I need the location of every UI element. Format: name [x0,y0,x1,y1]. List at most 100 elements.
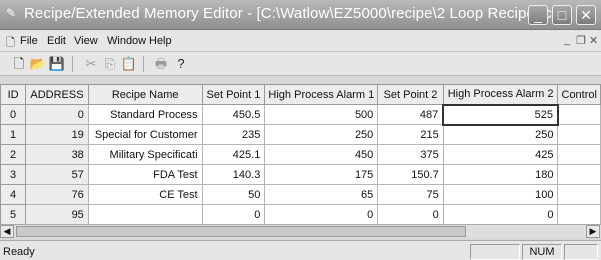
control-cell[interactable] [557,184,601,205]
toolbar-separator [72,56,73,72]
set-point-2-cell[interactable]: 150.7 [377,164,444,185]
set-point-2-cell[interactable]: 375 [377,144,444,165]
table-row: 5 95 0 0 0 0 [0,204,601,225]
column-header-set-point-1[interactable]: Set Point 1 [201,84,266,105]
column-header-set-point-2[interactable]: Set Point 2 [377,84,444,105]
menu-edit[interactable]: Edit [47,35,66,47]
row-id[interactable]: 3 [0,164,27,185]
control-cell[interactable] [557,124,601,145]
set-point-1-cell[interactable]: 50 [201,184,266,205]
high-process-alarm-1-cell[interactable]: 500 [264,104,379,125]
cut-icon[interactable]: ✂ [82,55,100,73]
set-point-2-cell[interactable]: 75 [377,184,444,205]
status-panel [470,244,520,260]
recipe-name-cell[interactable]: CE Test [87,184,203,205]
control-cell[interactable] [557,104,601,125]
high-process-alarm-1-cell[interactable]: 65 [264,184,379,205]
high-process-alarm-1-cell[interactable]: 450 [264,144,379,165]
title-bar[interactable]: ✎ Recipe/Extended Memory Editor - [C:\Wa… [0,0,601,30]
row-id[interactable]: 5 [0,204,27,225]
scroll-right-icon[interactable]: ▶ [586,225,600,238]
recipe-name-cell[interactable]: Military Specificati [87,144,203,165]
column-header-recipe-name[interactable]: Recipe Name [87,84,203,105]
child-window-icon[interactable]: 🗋 [6,34,15,53]
control-cell[interactable] [557,204,601,225]
address-cell: 0 [25,104,89,125]
scroll-left-icon[interactable]: ◀ [0,225,14,238]
table-row: 3 57 FDA Test 140.3 175 150.7 180 [0,164,601,185]
column-header-id[interactable]: ID [0,84,27,105]
control-cell[interactable] [557,144,601,165]
mdi-restore-button[interactable]: ❐ [576,34,586,47]
address-cell: 76 [25,184,89,205]
menu-file[interactable]: File [20,35,38,47]
recipe-name-cell[interactable] [87,204,203,225]
window-title: Recipe/Extended Memory Editor - [C:\Watl… [24,5,565,22]
address-cell: 19 [25,124,89,145]
column-header-address[interactable]: ADDRESS [25,84,89,105]
editor-window: ✎ Recipe/Extended Memory Editor - [C:\Wa… [0,0,601,260]
open-icon[interactable]: 📂 [29,55,47,73]
set-point-1-cell[interactable]: 235 [201,124,266,145]
menu-window[interactable]: Window [107,35,146,47]
help-icon[interactable]: ? [172,55,190,73]
set-point-2-cell[interactable]: 487 [377,104,444,125]
print-icon[interactable]: 🖶 [152,55,170,73]
set-point-1-cell[interactable]: 0 [201,204,266,225]
document-icon[interactable]: ✎ [6,6,20,20]
recipe-table: ID ADDRESS Recipe Name Set Point 1 High … [0,84,601,225]
set-point-1-cell[interactable]: 425.1 [201,144,266,165]
scrollbar-thumb[interactable] [16,226,466,237]
recipe-name-cell[interactable]: Standard Process [87,104,203,125]
high-process-alarm-1-cell[interactable]: 175 [264,164,379,185]
new-icon[interactable]: 🗋 [10,55,28,73]
column-header-high-process-alarm-2[interactable]: High Process Alarm 2 [442,84,559,105]
num-lock-indicator: NUM [522,244,562,260]
table-row: 0 0 Standard Process 450.5 500 487 525 [0,103,601,126]
recipe-name-cell[interactable]: Special for Customer [87,124,203,145]
high-process-alarm-2-cell[interactable]: 425 [442,144,559,165]
high-process-alarm-2-cell-active[interactable]: 525 [442,103,559,126]
set-point-2-cell[interactable]: 0 [377,204,444,225]
horizontal-scrollbar[interactable]: ◀ ▶ [0,224,601,238]
set-point-2-cell[interactable]: 215 [377,124,444,145]
high-process-alarm-2-cell[interactable]: 180 [442,164,559,185]
menu-bar: 🗋 File Edit View Window Help _ ❐ ✕ [0,30,601,52]
status-text: Ready [3,246,35,258]
address-cell: 38 [25,144,89,165]
paste-icon[interactable]: 📋 [120,55,138,73]
high-process-alarm-2-cell[interactable]: 100 [442,184,559,205]
table-row: 2 38 Military Specificati 425.1 450 375 … [0,144,601,165]
maximize-button[interactable]: □ [552,5,572,25]
recipe-name-cell[interactable]: FDA Test [87,164,203,185]
set-point-1-cell[interactable]: 140.3 [201,164,266,185]
column-header-high-process-alarm-1[interactable]: High Process Alarm 1 [264,84,379,105]
row-id[interactable]: 4 [0,184,27,205]
menu-help[interactable]: Help [149,35,172,47]
high-process-alarm-1-cell[interactable]: 0 [264,204,379,225]
control-cell[interactable] [557,164,601,185]
high-process-alarm-1-cell[interactable]: 250 [264,124,379,145]
high-process-alarm-2-cell[interactable]: 0 [442,204,559,225]
copy-icon[interactable]: ⎘ [101,55,119,73]
status-panel [564,244,598,260]
mdi-minimize-button[interactable]: _ [564,34,570,46]
address-cell: 57 [25,164,89,185]
menu-view[interactable]: View [74,35,98,47]
row-id[interactable]: 2 [0,144,27,165]
mdi-close-button[interactable]: ✕ [589,34,598,47]
set-point-1-cell[interactable]: 450.5 [201,104,266,125]
recipe-grid: ID ADDRESS Recipe Name Set Point 1 High … [0,84,601,232]
table-row: 1 19 Special for Customer 235 250 215 25… [0,124,601,145]
address-cell: 95 [25,204,89,225]
close-button[interactable]: ✕ [576,5,596,25]
toolbar: 🗋 📂 💾 ✂ ⎘ 📋 🖶 ? [0,52,601,76]
row-id[interactable]: 1 [0,124,27,145]
row-id[interactable]: 0 [0,104,27,125]
column-header-control[interactable]: Control [557,84,601,105]
status-bar: Ready NUM [0,240,601,260]
high-process-alarm-2-cell[interactable]: 250 [442,124,559,145]
minimize-button[interactable]: _ [528,5,548,25]
save-icon[interactable]: 💾 [48,55,66,73]
toolbar-separator [143,56,144,72]
